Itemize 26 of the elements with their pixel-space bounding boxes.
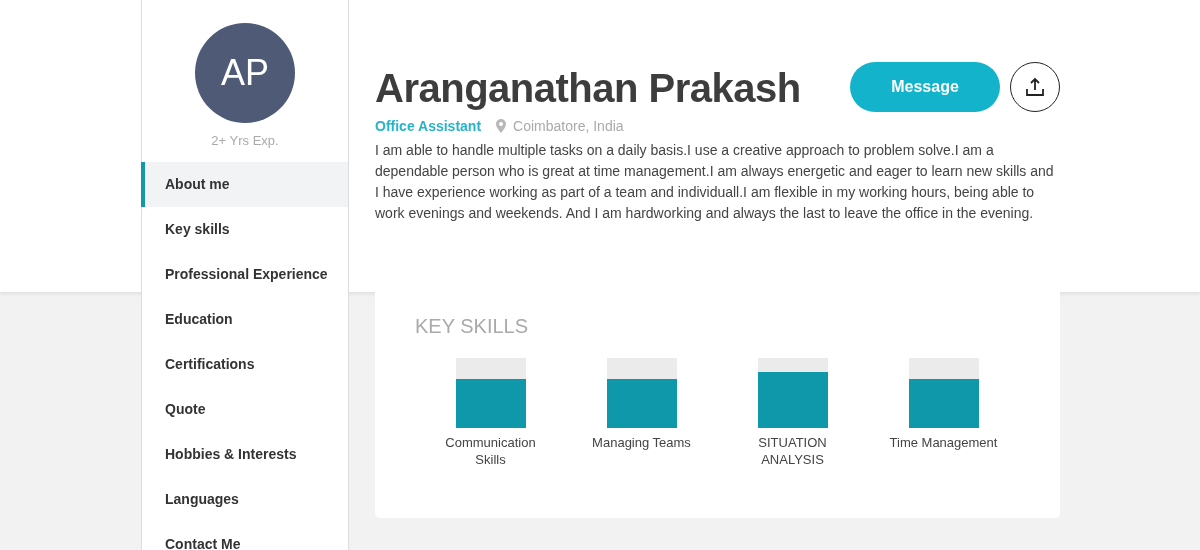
skill-bar-drawing [757, 358, 828, 428]
sidebar-item[interactable]: Professional Experience [141, 252, 348, 297]
location: Coimbatore, India [513, 118, 624, 134]
sidebar-item[interactable]: Key skills [141, 207, 348, 252]
job-title: Office Assistant [375, 118, 482, 134]
skill-label: Managing Teams [591, 434, 692, 451]
skill-label: SITUATION ANALYSIS [757, 434, 828, 468]
sidebar-item[interactable]: Languages [141, 477, 348, 522]
location-pin-icon [495, 118, 508, 134]
avatar: AP [195, 23, 295, 123]
sidebar-item[interactable]: Certifications [141, 342, 348, 387]
sidebar-item[interactable]: Contact Me [141, 522, 348, 550]
skill-bar-drawing [606, 358, 677, 428]
experience-label: 2+ Yrs Exp. [210, 132, 280, 150]
sidebar-item[interactable]: About me [141, 162, 348, 207]
sidebar-item[interactable]: Education [141, 297, 348, 342]
section-title: KEY SKILLS [415, 315, 530, 338]
share-icon [1025, 77, 1045, 97]
skill-bar-drawing [908, 358, 979, 428]
sidebar-item[interactable]: Hobbies & Interests [141, 432, 348, 477]
profile-name: Aranganathan Prakash [375, 65, 801, 112]
skill-label: Time Management [888, 434, 999, 451]
about-text: I am able to handle multiple tasks on a daily basis.I use a creative approach to problem solve.I am a dependable person who is great at time management.I am always energetic and eager to learn new skills and I have experience working as part of a team and individuall.I am flexible in my working hours, being able to work evenings and weekends. And I am hardworking and always the last to leave the office in the evening. [375, 141, 1055, 223]
sidebar-item[interactable]: Quote [141, 387, 348, 432]
skill-label: Communication Skills [444, 434, 537, 468]
skill-bar-drawing [455, 358, 526, 428]
